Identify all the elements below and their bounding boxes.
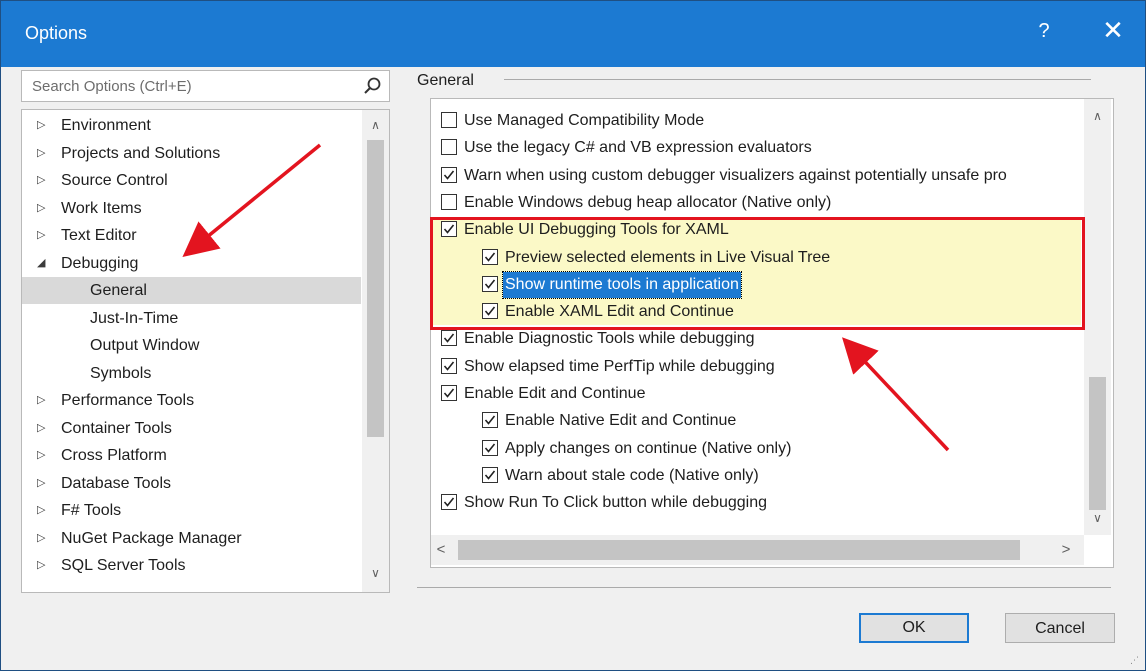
annotation-arrows [182, 143, 950, 452]
arrow-to-debugging [182, 143, 322, 258]
arrow-to-xaml-tools [842, 337, 950, 452]
